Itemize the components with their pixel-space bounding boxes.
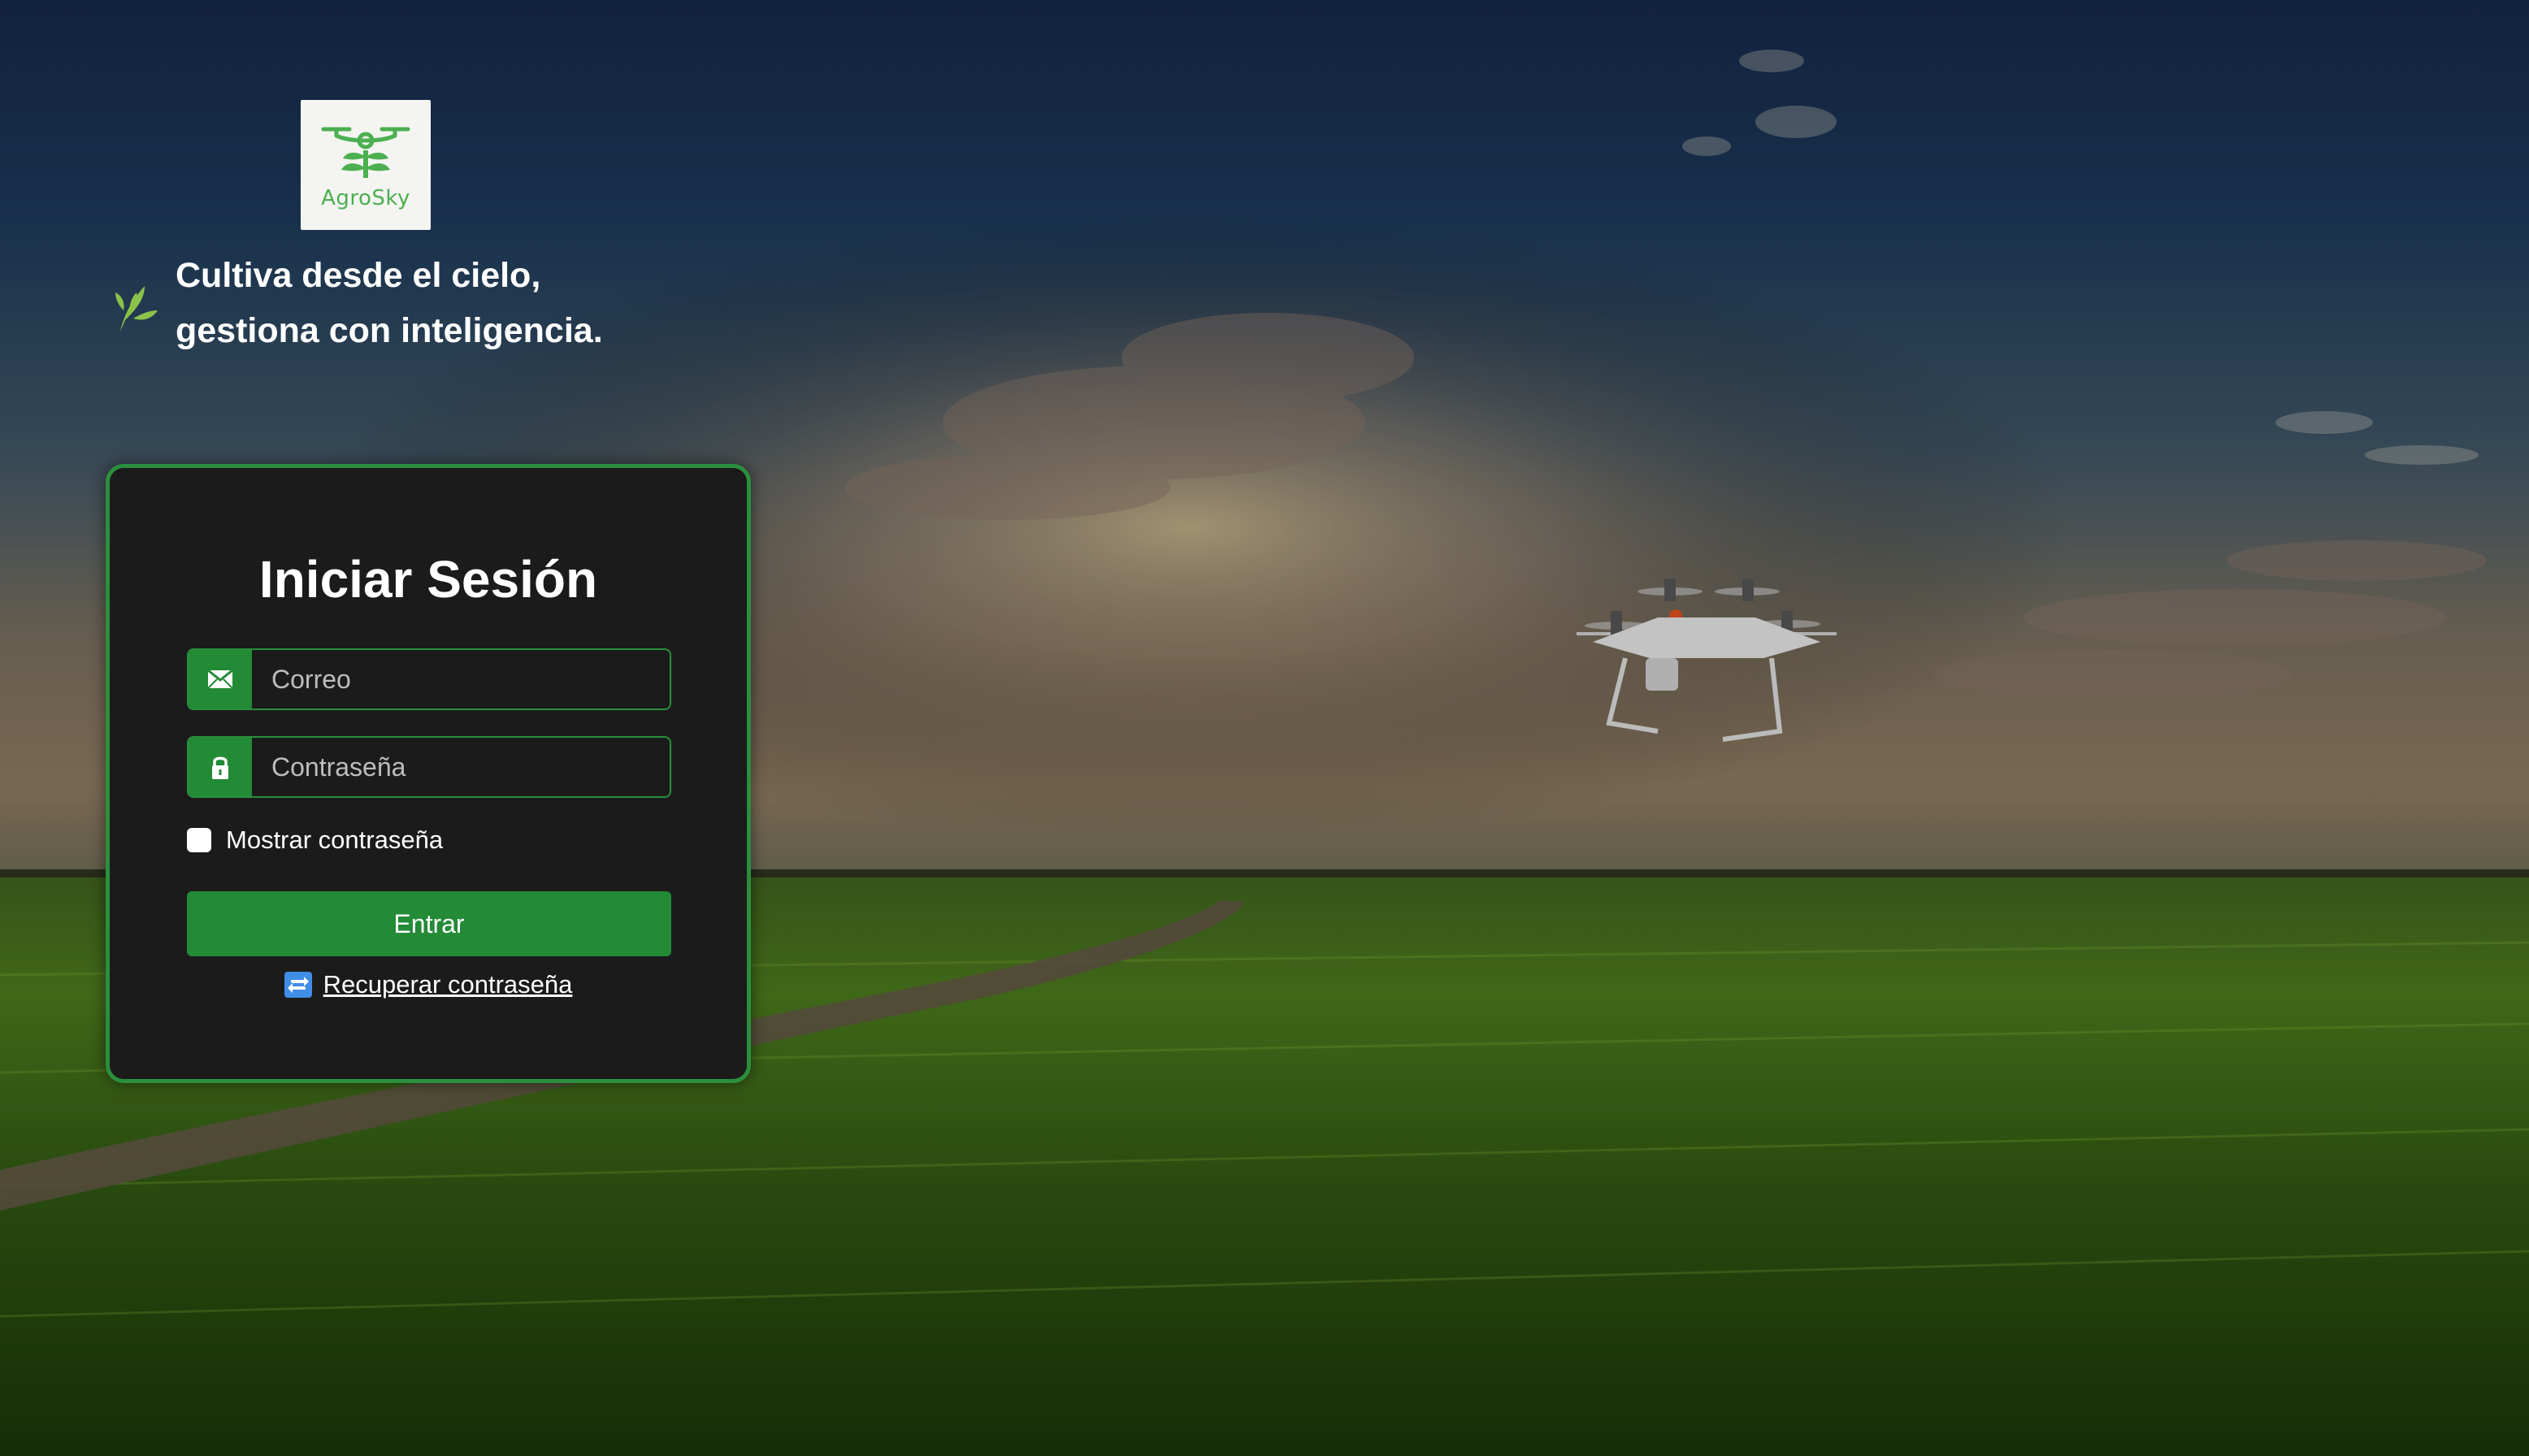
recover-password-link[interactable]: Recuperar contraseña xyxy=(110,970,747,999)
brand-name: AgroSky xyxy=(321,186,410,210)
email-field xyxy=(187,648,671,710)
login-page: AgroSky Cultiva desde el cielo, gestiona… xyxy=(0,0,2529,1456)
show-password-checkbox[interactable] xyxy=(187,828,211,852)
recover-password-label[interactable]: Recuperar contraseña xyxy=(323,970,573,999)
password-field xyxy=(187,736,671,798)
tagline-line-2: gestiona con inteligencia. xyxy=(176,311,603,350)
show-password-option: Mostrar contraseña xyxy=(187,826,443,855)
tagline-line-1: Cultiva desde el cielo, xyxy=(176,256,541,295)
envelope-icon xyxy=(189,650,252,708)
login-submit-button[interactable]: Entrar xyxy=(187,891,671,956)
drone-logo-icon xyxy=(321,127,410,178)
login-title: Iniciar Sesión xyxy=(258,550,598,609)
brand-logo: AgroSky xyxy=(301,100,431,230)
login-card: Iniciar Sesión Correo Mostrar contraseña… xyxy=(106,464,751,1083)
tagline-text: Cultiva desde el cielo, gestiona con int… xyxy=(176,248,603,358)
leaf-icon xyxy=(115,286,158,332)
lock-icon xyxy=(189,738,252,796)
tagline: Cultiva desde el cielo, gestiona con int… xyxy=(112,248,603,358)
email-input[interactable] xyxy=(252,650,670,708)
password-input[interactable] xyxy=(252,738,670,796)
refresh-icon xyxy=(284,972,312,998)
show-password-label[interactable]: Mostrar contraseña xyxy=(226,826,443,855)
